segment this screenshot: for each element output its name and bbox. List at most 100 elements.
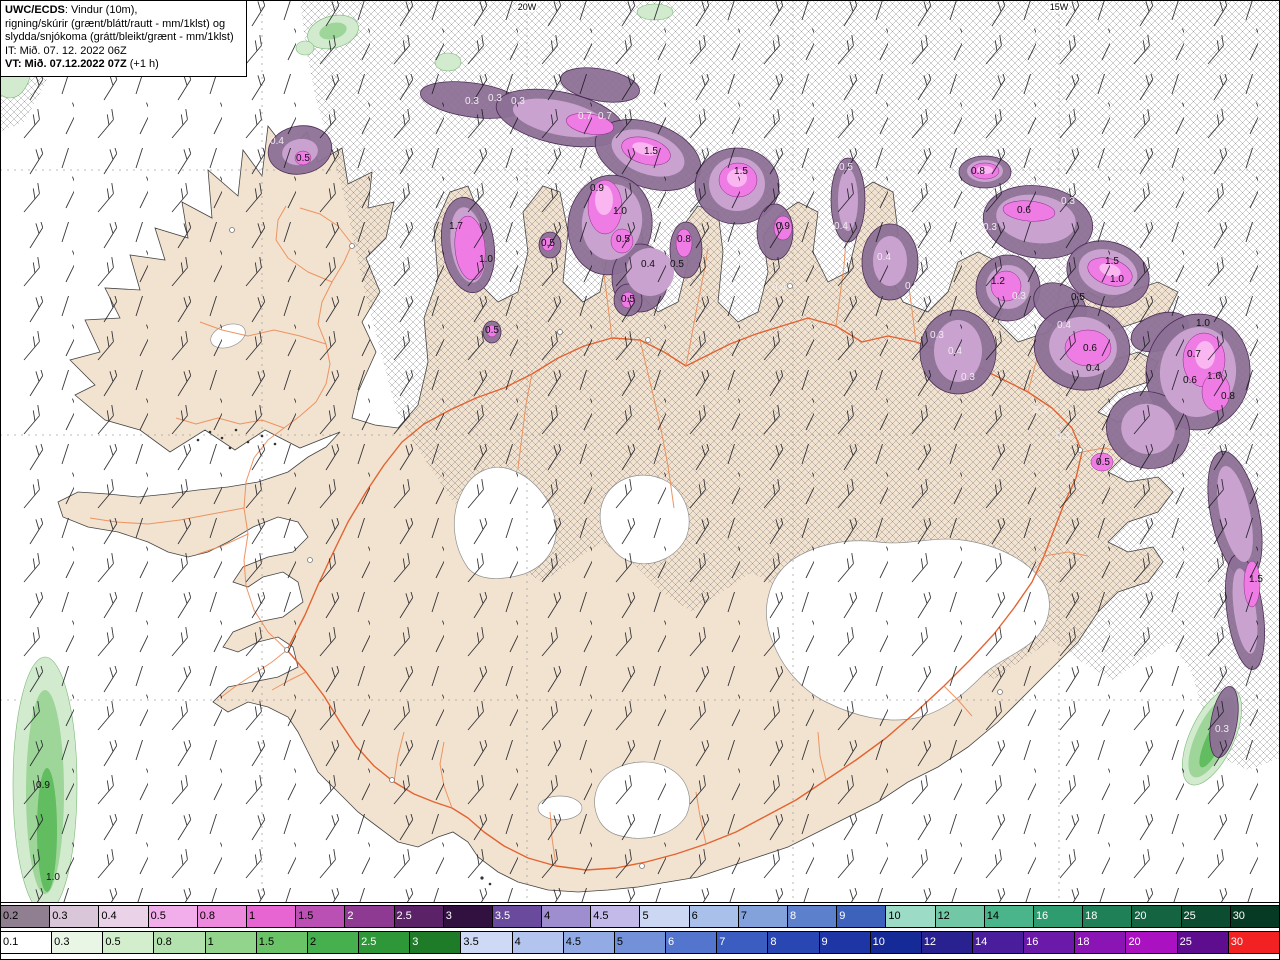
- legend-cell: 3.5: [461, 932, 513, 953]
- precip-value-label: 0.4: [641, 259, 655, 270]
- legend-cell-value: 12: [923, 936, 937, 948]
- legend-cell-value: 2: [309, 936, 317, 948]
- legend-cell: 4.5: [563, 932, 615, 953]
- precip-value-label: 0.7: [1187, 349, 1201, 360]
- weather-map-page: 0.3 0.3 0.3 0.7 0.7 0.4 0.5 1.5 0.9 1.5 0.5 0.8 1.0 0…: [0, 0, 1280, 960]
- legend-cell-value: 3.5: [463, 936, 479, 948]
- legend-cell-value: 0.4: [101, 910, 117, 922]
- precip-value-label: 0.3: [488, 93, 502, 104]
- legend-cell: 8: [768, 932, 820, 953]
- precip-value-label: 0.7: [578, 111, 592, 122]
- legend-cell: 0.8: [154, 932, 206, 953]
- legend-cell: 0.3: [52, 932, 104, 953]
- legend-cell-value: 6: [691, 910, 698, 922]
- legend-cell-value: 25: [1183, 910, 1196, 922]
- legend-cell: 10: [870, 932, 922, 953]
- precip-value-label: 1.0: [479, 254, 493, 265]
- precip-value-label: 0.4: [834, 221, 848, 232]
- precip-value-label: 1.6: [1207, 371, 1221, 382]
- title-box: UWC/ECDS: Vindur (10m), rigning/skúrir (…: [0, 0, 247, 77]
- legend-cell: 12: [935, 906, 985, 927]
- precip-value-label: 1.0: [1196, 318, 1210, 329]
- precip-value-label: 0.9: [36, 780, 50, 791]
- precip-value-label: 0.5: [485, 325, 499, 336]
- legend-cell: 25: [1181, 906, 1231, 927]
- legend-cell: 20: [1126, 932, 1178, 953]
- longitude-label: 20W: [518, 2, 537, 12]
- legend-cell-value: 0.3: [52, 910, 68, 922]
- legend-cell: 5: [640, 906, 690, 927]
- legend-cell: 3: [443, 906, 493, 927]
- legend-cell: 0.4: [99, 906, 149, 927]
- legend-cell-value: 1.5: [298, 910, 314, 922]
- legend-cell-value: 0.1: [3, 936, 19, 948]
- legend-cell: 18: [1083, 906, 1133, 927]
- precip-value-label: 0.6: [1183, 375, 1197, 386]
- legend-cell-value: 20: [1134, 910, 1147, 922]
- precip-value-label: 1.5: [734, 166, 748, 177]
- precip-value-label: 0.7: [598, 111, 612, 122]
- precip-value-label: 1.2: [991, 276, 1005, 287]
- precip-value-label: 0.6: [1083, 343, 1097, 354]
- precip-value-label: 0.4: [948, 346, 962, 357]
- legend-cell-value: 0.8: [199, 910, 216, 922]
- legend-cell: 0.8: [197, 906, 247, 927]
- precip-value-label: 0.5: [616, 234, 630, 245]
- legend-cell: 0.5: [148, 906, 198, 927]
- legend-cell: 2.5: [359, 932, 411, 953]
- legend-cell: 0.3: [50, 906, 100, 927]
- legend-cell: 4: [512, 932, 564, 953]
- legend-cell: 30: [1228, 932, 1279, 953]
- legend-cell-value: 0.8: [156, 936, 172, 948]
- precip-value-label: 0.3: [511, 96, 525, 107]
- precip-value-label: 0.8: [971, 166, 985, 177]
- precip-value-label: 0.8: [1221, 391, 1235, 402]
- legend-cell: 6: [689, 906, 739, 927]
- precip-value-label: 1.0: [1110, 274, 1124, 285]
- legend-cell: 8: [788, 906, 838, 927]
- legend-cell-value: 14: [986, 910, 999, 922]
- legend-cell-value: 20: [1128, 936, 1141, 948]
- legend-cell: 0.5: [103, 932, 155, 953]
- precip-value-label: 0.5: [1071, 292, 1085, 303]
- precip-value-label: 0.4: [1086, 363, 1100, 374]
- title-line-4: IT: Mið. 07. 12. 2022 06Z: [5, 44, 127, 57]
- legend-cell: 16: [1024, 932, 1076, 953]
- precip-value-label: 0.9: [776, 221, 790, 232]
- legend-cell-value: 0.5: [150, 910, 166, 922]
- legend-cell-value: 3.5: [494, 910, 511, 922]
- precip-value-label: 1.0: [613, 206, 627, 217]
- legend-cell: 9: [819, 932, 871, 953]
- precip-value-label: 0.5: [541, 238, 555, 249]
- legend-cell-value: 30: [1232, 910, 1245, 922]
- precip-value-label: 0.3: [1061, 196, 1075, 207]
- precip-value-label: 1.5: [1105, 256, 1119, 267]
- legend-cell-value: 6: [668, 936, 675, 948]
- legend-cell-value: 0.3: [54, 936, 70, 948]
- legend-cell-value: 1: [248, 910, 256, 922]
- legend-cell-value: 2.5: [396, 910, 412, 922]
- precip-value-label: 0.5: [296, 153, 310, 164]
- precip-value-label: 0.3: [961, 372, 975, 383]
- legend-cell: 6: [666, 932, 718, 953]
- legend-cell-value: 18: [1077, 936, 1090, 948]
- precip-value-label: 1.5: [1249, 574, 1263, 585]
- legend-cell: 16: [1033, 906, 1084, 927]
- legend-cell: 14: [984, 906, 1034, 927]
- legend-cell: 4: [542, 906, 592, 927]
- legend-cell-value: 9: [839, 910, 846, 922]
- precip-value-label: 0.4: [772, 282, 786, 293]
- legend-cell: 12: [921, 932, 973, 953]
- legend-cell-value: 4: [544, 910, 551, 922]
- legend-cell: 7: [738, 906, 788, 927]
- legend-cell: 2: [307, 932, 360, 953]
- legend-cell-value: 0.2: [3, 910, 19, 922]
- precip-value-label: 1.0: [46, 872, 60, 883]
- legend-cell: 10: [886, 906, 936, 927]
- legend-cell-value: 7: [740, 910, 747, 922]
- legend-cell-value: 30: [1230, 936, 1243, 948]
- legend-cell-value: 18: [1085, 910, 1098, 922]
- precip-value-label: 0.3: [930, 330, 944, 341]
- legend-cell: 1: [205, 932, 257, 953]
- legend-cell: 25: [1177, 932, 1229, 953]
